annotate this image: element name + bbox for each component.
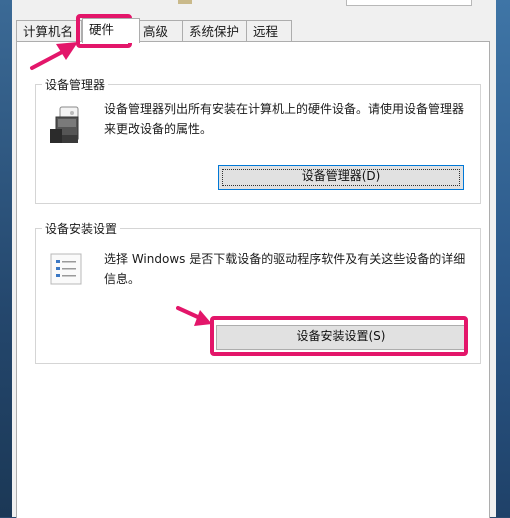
device-install-settings-button[interactable]: 设备安装设置(S) xyxy=(216,325,466,350)
device-manager-button-label: 设备管理器(D) xyxy=(301,169,381,183)
tab-computer-name[interactable]: 计算机名 xyxy=(16,20,82,42)
tab-system-protection[interactable]: 系统保护 xyxy=(182,20,254,42)
app-icon xyxy=(178,0,192,4)
settings-checklist-icon xyxy=(50,253,82,285)
device-install-description: 选择 Windows 是否下载设备的驱动程序软件及有关这些设备的详细信息。 xyxy=(104,252,466,286)
desktop-background-left xyxy=(0,0,12,517)
tab-panel-hardware: 设备管理器 设备管理器列出所有安装在计算机上的硬件设备。请使用设备管理器来更改设… xyxy=(16,41,490,518)
device-install-button-label: 设备安装设置(S) xyxy=(296,329,386,343)
device-manager-description: 设备管理器列出所有安装在计算机上的硬件设备。请使用设备管理器来更改设备的属性。 xyxy=(104,102,465,136)
system-properties-window: 计算机名 硬件 高级 系统保护 远程 设备管理器 设备管理器列出所有安装在计算机… xyxy=(12,0,496,518)
tab-hardware[interactable]: 硬件 xyxy=(82,18,140,43)
desktop-background-right xyxy=(496,0,510,517)
device-manager-group-title: 设备管理器 xyxy=(42,76,109,93)
tab-advanced[interactable]: 高级 xyxy=(136,20,186,42)
top-field xyxy=(346,0,472,6)
device-manager-group: 设备管理器 设备管理器列出所有安装在计算机上的硬件设备。请使用设备管理器来更改设… xyxy=(35,76,481,204)
device-install-group-title: 设备安装设置 xyxy=(42,220,121,237)
tab-remote[interactable]: 远程 xyxy=(246,20,292,42)
window-top-strip xyxy=(12,0,496,20)
device-install-group: 设备安装设置 选择 Windows 是否下载设备的驱动程序软件及有关这些设备的详… xyxy=(35,220,481,364)
device-manager-button[interactable]: 设备管理器(D) xyxy=(218,165,464,190)
device-manager-icon xyxy=(50,106,79,143)
tab-strip: 计算机名 硬件 高级 系统保护 远程 xyxy=(16,18,492,43)
